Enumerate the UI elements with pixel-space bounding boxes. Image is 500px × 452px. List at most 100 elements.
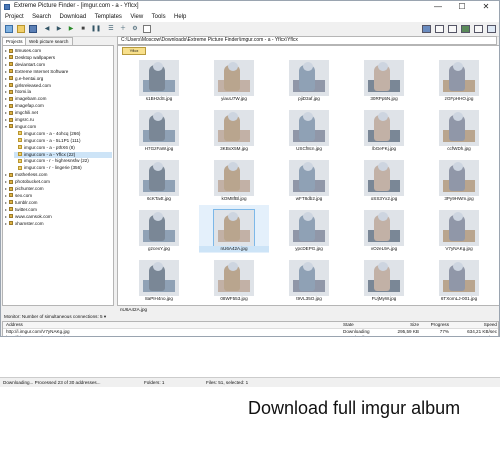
tree-subfolder[interactable]: imgur.com - a - 5L1P1 (111) <box>14 138 112 144</box>
thumbnail-item[interactable]: ypcDEPG.jpg <box>274 205 344 253</box>
view-list-icon[interactable] <box>435 25 444 33</box>
folder-path[interactable]: C:\Users\Moscow\Downloads\Extreme Pictur… <box>117 36 497 45</box>
view-thumbs-icon[interactable] <box>461 25 470 33</box>
thumbnail-item[interactable]: 8aPIH4no.jpg <box>124 255 194 303</box>
thumbnail-grid[interactable]: Yflcx s1BHzdS.jpg yiauU7W.jpg pjiD3af.jpg 3… <box>117 45 499 306</box>
thumbnail-item[interactable]: /bGeFKj.jpg <box>349 105 419 153</box>
thumbnail-image[interactable] <box>214 60 254 96</box>
thumbnail-item[interactable]: wFT8db2.jpg <box>274 155 344 203</box>
tree-site[interactable]: ▸ www.camsok.com <box>5 214 112 220</box>
download-list[interactable]: Address State Size Progress Speed http:/… <box>2 321 499 336</box>
tree-site[interactable]: ▸ pichunter.com <box>5 186 112 192</box>
thumbnail-item[interactable]: H7GzFaW.jpg <box>124 105 194 153</box>
thumbnail-item[interactable]: V7yNAKg.jpg <box>424 205 494 253</box>
stop-icon[interactable]: ■ <box>79 25 87 33</box>
col-address[interactable]: Address <box>6 322 23 328</box>
thumbnail-image[interactable] <box>439 210 479 246</box>
thumbnail-image[interactable] <box>289 60 329 96</box>
tree-site[interactable]: ▸ Extreme Internet Software <box>5 69 112 75</box>
tree-site[interactable]: ▸ sex.com <box>5 193 112 199</box>
play-icon[interactable]: ▶ <box>67 25 75 33</box>
add-icon[interactable]: ＋ <box>119 25 127 33</box>
view-preview-icon[interactable] <box>487 25 496 33</box>
thumbnail-image[interactable] <box>439 110 479 146</box>
thumbnail-image[interactable] <box>289 210 329 246</box>
download-row[interactable]: http://i.imgur.com/ypcDEPG.jpg Downloadin… <box>3 335 498 336</box>
view-details-icon[interactable] <box>448 25 457 33</box>
tab-web-picture-search[interactable]: Web picture search <box>25 37 73 45</box>
view-large-icon[interactable] <box>474 25 483 33</box>
forward-icon[interactable]: ▶ <box>55 25 63 33</box>
thumbnail-image[interactable] <box>439 60 479 96</box>
back-icon[interactable]: ◀ <box>43 25 51 33</box>
thumbnail-image[interactable] <box>214 110 254 146</box>
menu-project[interactable]: Project <box>5 13 24 22</box>
tree-site[interactable]: ▸ xhamster.com <box>5 221 112 227</box>
thumbnail-item[interactable]: 6TXomLJ-001.jpg <box>424 255 494 303</box>
close-button[interactable]: ✕ <box>475 1 497 13</box>
tree-site[interactable]: ▸ deviantart.com <box>5 62 112 68</box>
col-speed[interactable]: Speed <box>459 322 497 328</box>
thumbnail-image[interactable] <box>289 160 329 196</box>
monitor-connections[interactable]: Monitor: Number of simultaneous connecti… <box>1 313 499 321</box>
thumbnail-image[interactable] <box>214 160 254 196</box>
minimize-button[interactable]: — <box>427 1 449 13</box>
menu-tools[interactable]: Tools <box>152 13 166 22</box>
thumbnail-image[interactable] <box>364 60 404 96</box>
thumbnail-item[interactable]: vOzeL9A.jpg <box>349 205 419 253</box>
thumbnail-image[interactable] <box>139 210 179 246</box>
thumbnail-item[interactable]: 08WF553.jpg <box>199 255 269 303</box>
col-state[interactable]: State <box>343 322 354 328</box>
thumbnail-item[interactable]: zGFpHHO.jpg <box>424 55 494 103</box>
menu-templates[interactable]: Templates <box>95 13 122 22</box>
tree-site[interactable]: ▸ Desktop wallpapers <box>5 55 112 61</box>
settings-icon[interactable]: ⚙ <box>131 25 139 33</box>
menu-help[interactable]: Help <box>174 13 186 22</box>
tree-site[interactable]: ▸ imagebam.com <box>5 96 112 102</box>
tree-site[interactable]: ▾ imgur.com <box>5 124 112 130</box>
tree-subfolder[interactable]: imgur.com - r - lingerie (356) <box>14 165 112 171</box>
thumbnail-item[interactable]: ccfWDh.jpg <box>424 105 494 153</box>
tab-projects[interactable]: Projects <box>2 37 27 45</box>
tree-site[interactable]: ▸ photobucket.com <box>5 179 112 185</box>
thumbnail-image[interactable] <box>213 209 255 247</box>
thumbnail-item[interactable]: t9VL35O.jpg <box>274 255 344 303</box>
tree-site[interactable]: ▸ 8muses.com <box>5 48 112 54</box>
pause-icon[interactable]: ❚❚ <box>91 25 101 33</box>
thumbnail-item[interactable]: 3KBxX5M.jpg <box>199 105 269 153</box>
thumbnail-image[interactable] <box>364 160 404 196</box>
list-icon[interactable]: ☰ <box>107 25 115 33</box>
view-tile-icon[interactable] <box>422 25 431 33</box>
thumbnail-image[interactable] <box>139 110 179 146</box>
thumbnail-image[interactable] <box>214 260 254 296</box>
thumbnail-item[interactable]: s1BHzdS.jpg <box>124 55 194 103</box>
thumbnail-image[interactable] <box>364 260 404 296</box>
menu-download[interactable]: Download <box>59 13 86 22</box>
thumbnail-item[interactable]: gzcexY.jpg <box>124 205 194 253</box>
thumbnail-image[interactable] <box>364 210 404 246</box>
image-icon[interactable] <box>143 25 151 33</box>
thumbnail-image[interactable] <box>139 60 179 96</box>
tree-site[interactable]: ▸ tumblr.com <box>5 200 112 206</box>
thumbnail-image[interactable] <box>139 160 179 196</box>
tree-subfolder[interactable]: imgur.com - a - 4ohcq (266) <box>14 131 112 137</box>
new-project-icon[interactable] <box>5 25 13 33</box>
tree-subfolder[interactable]: imgur.com - a - pthX6 (8) <box>14 145 112 151</box>
tree-site[interactable]: ▸ imgsrc.ru <box>5 117 112 123</box>
tree-site[interactable]: ▸ twitter.com <box>5 207 112 213</box>
thumbnail-image[interactable] <box>289 110 329 146</box>
thumbnail-item[interactable]: pjiD3af.jpg <box>274 55 344 103</box>
thumbnail-item[interactable]: 30RPp5N.jpg <box>349 55 419 103</box>
folder-chip[interactable]: Yflcx <box>122 47 146 55</box>
menu-view[interactable]: View <box>130 13 143 22</box>
tree-site[interactable]: ▸ imgchili.net <box>5 110 112 116</box>
thumbnail-image[interactable] <box>289 260 329 296</box>
thumbnail-item[interactable]: FUjMyW.jpg <box>349 255 419 303</box>
open-folder-icon[interactable] <box>17 25 25 33</box>
tree-site[interactable]: ▸ imagefap.com <box>5 103 112 109</box>
tree-site[interactable]: ▸ motherless.com <box>5 172 112 178</box>
thumbnail-image[interactable] <box>139 260 179 296</box>
tree-site[interactable]: ▸ girlsreleased.com <box>5 83 112 89</box>
download-row[interactable]: http://i.imgur.com/V7yNAKg.jpg Downloadin… <box>3 329 498 335</box>
tree-site[interactable]: ▸ g.e-hentai.org <box>5 76 112 82</box>
